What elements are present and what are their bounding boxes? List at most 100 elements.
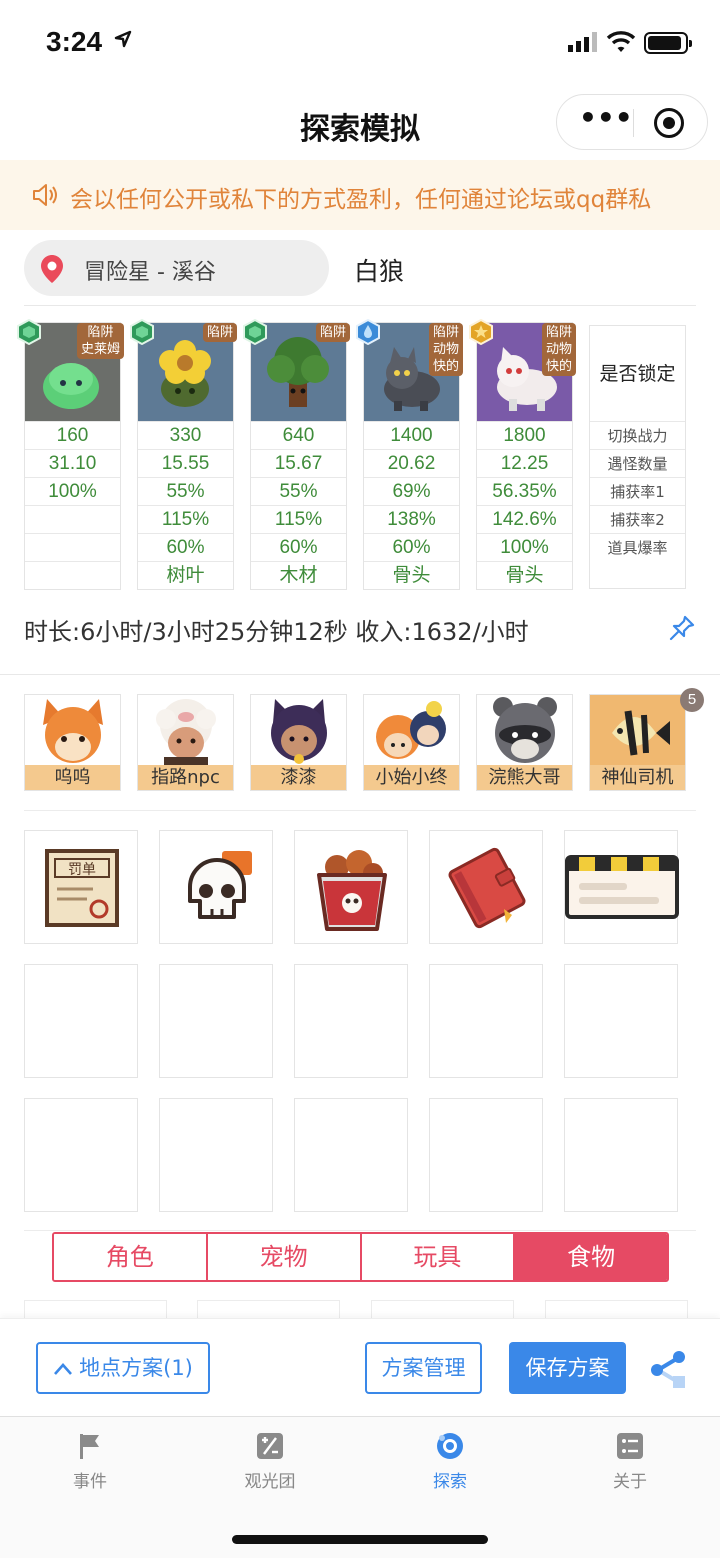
list-item[interactable] (197, 1300, 340, 1320)
divider (0, 674, 720, 675)
monster-value: 1800 (477, 421, 572, 449)
character-card[interactable]: 浣熊大哥 (476, 694, 573, 791)
monster-drop: 木材 (251, 561, 346, 589)
twins-character-icon (376, 701, 446, 759)
character-name: 呜呜 (25, 765, 120, 790)
tabbar-label: 探索 (433, 1472, 467, 1492)
monster-tag: 陷阱 (202, 323, 237, 342)
tabbar-item-explore[interactable]: 探索 (390, 1431, 510, 1492)
monster-value: 60% (138, 533, 233, 561)
list-item[interactable] (545, 1300, 688, 1320)
raccoon-character-icon (493, 697, 557, 763)
monster-value: 1400 (364, 421, 459, 449)
character-card[interactable]: 指路npc (137, 694, 234, 791)
location-plan-button[interactable]: 地点方案(1) (36, 1342, 210, 1394)
legend-label: 遇怪数量 (590, 449, 685, 477)
chevron-up-icon (54, 1363, 73, 1375)
item-slot[interactable] (294, 1098, 408, 1212)
monster-value (25, 505, 120, 533)
item-slot[interactable] (159, 1098, 273, 1212)
item-slot[interactable] (564, 830, 679, 944)
tab-characters[interactable]: 角色 (54, 1234, 208, 1280)
item-slot[interactable] (429, 964, 543, 1078)
monster-column[interactable]: 陷阱 330 15.55 55% 115% 60% 树叶 (130, 319, 237, 590)
monster-value (25, 561, 120, 589)
character-card[interactable]: 神仙司机 (589, 694, 686, 791)
monster-value: 55% (138, 477, 233, 505)
plan-manage-button[interactable]: 方案管理 (365, 1342, 482, 1394)
list-item[interactable] (24, 1300, 167, 1320)
item-slot[interactable] (294, 964, 408, 1078)
monster-tag: 陷阱 动物 快的 (541, 323, 576, 376)
tabbar-item-events[interactable]: 事件 (30, 1431, 150, 1492)
item-slot[interactable] (294, 830, 408, 944)
row-legend: 是否锁定 切换战力 遇怪数量 捕获率1 捕获率2 道具爆率 (589, 325, 686, 589)
status-time: 3:24 (46, 26, 103, 57)
character-name: 小始小终 (364, 765, 459, 790)
category-tabs: 角色 宠物 玩具 食物 (52, 1232, 669, 1282)
pin-icon[interactable] (668, 614, 696, 642)
monster-column[interactable]: 陷阱 动物 快的 1400 20.62 69% 138% 60% 骨头 (356, 319, 463, 590)
list-item[interactable] (371, 1300, 514, 1320)
item-slot[interactable] (429, 1098, 543, 1212)
green-gem-icon (130, 319, 154, 345)
monster-value: 12.25 (477, 449, 572, 477)
monster-column[interactable]: 陷阱 640 15.67 55% 115% 60% 木材 (243, 319, 350, 590)
fried-chicken-bucket-icon (317, 850, 387, 931)
green-gem-icon (243, 319, 267, 345)
tab-food[interactable]: 食物 (515, 1234, 667, 1280)
character-card[interactable]: 漆漆 (250, 694, 347, 791)
item-slot[interactable] (429, 830, 543, 944)
location-selector[interactable]: 冒险星 - 溪谷 (24, 240, 329, 296)
save-plan-button[interactable]: 保存方案 (509, 1342, 626, 1394)
item-slot[interactable] (24, 1098, 138, 1212)
item-slot[interactable] (159, 830, 273, 944)
monster-value: 115% (138, 505, 233, 533)
monster-value: 20.62 (364, 449, 459, 477)
tab-toys[interactable]: 玩具 (361, 1234, 516, 1280)
tabbar-item-tour-group[interactable]: 观光团 (210, 1431, 330, 1492)
monster-value: 115% (251, 505, 346, 533)
notice-text: 会以任何公开或私下的方式盈利，任何通过论坛或qq群私 (70, 187, 652, 213)
monster-value: 55% (251, 477, 346, 505)
cellular-signal-icon (568, 32, 597, 52)
close-miniapp-icon[interactable] (654, 108, 684, 138)
share-icon[interactable] (648, 1349, 690, 1391)
monster-column[interactable]: 陷阱 史莱姆 160 31.10 100% (17, 319, 124, 590)
location-arrow-icon (114, 30, 132, 48)
npc-guide-character-icon (156, 699, 216, 767)
monster-tag: 陷阱 动物 快的 (428, 323, 463, 376)
item-slot[interactable] (24, 964, 138, 1078)
tab-pets[interactable]: 宠物 (207, 1234, 362, 1280)
cat-girl-character-icon (271, 699, 327, 764)
status-bar: 3:24 (0, 0, 720, 86)
calculator-icon (257, 1433, 283, 1459)
green-gem-icon (17, 319, 41, 345)
legend-label: 道具爆率 (590, 533, 685, 561)
more-icon[interactable]: ••• (579, 104, 633, 137)
monster-drop: 骨头 (477, 561, 572, 589)
monster-value: 330 (138, 421, 233, 449)
character-card[interactable]: 呜呜 (24, 694, 121, 791)
character-name: 浣熊大哥 (477, 765, 572, 790)
svg-text:罚单: 罚单 (68, 862, 96, 878)
monster-drop: 骨头 (364, 561, 459, 589)
item-slot[interactable] (564, 964, 678, 1078)
tabbar-item-about[interactable]: 关于 (570, 1431, 690, 1492)
striped-card-icon (565, 855, 679, 919)
monster-value: 60% (364, 533, 459, 561)
lock-toggle-label[interactable]: 是否锁定 (590, 326, 685, 422)
notice-bar: 会以任何公开或私下的方式盈利，任何通过论坛或qq群私 (0, 160, 720, 230)
item-slot[interactable] (159, 964, 273, 1078)
tabbar-label: 事件 (73, 1472, 107, 1492)
monster-tag: 陷阱 (315, 323, 350, 342)
target-monster-name[interactable]: 白狼 (354, 252, 404, 288)
monster-tag: 陷阱 史莱姆 (76, 323, 124, 359)
monster-column[interactable]: 陷阱 动物 快的 1800 12.25 56.35% 142.6% 100% 骨… (469, 319, 576, 590)
character-card[interactable]: 小始小终 (363, 694, 460, 791)
item-slot[interactable]: 罚单 (24, 830, 138, 944)
bottom-tabbar: 事件 观光团 探索 关于 (0, 1416, 720, 1558)
monster-value: 15.67 (251, 449, 346, 477)
character-name: 神仙司机 (590, 765, 685, 790)
item-slot[interactable] (564, 1098, 678, 1212)
